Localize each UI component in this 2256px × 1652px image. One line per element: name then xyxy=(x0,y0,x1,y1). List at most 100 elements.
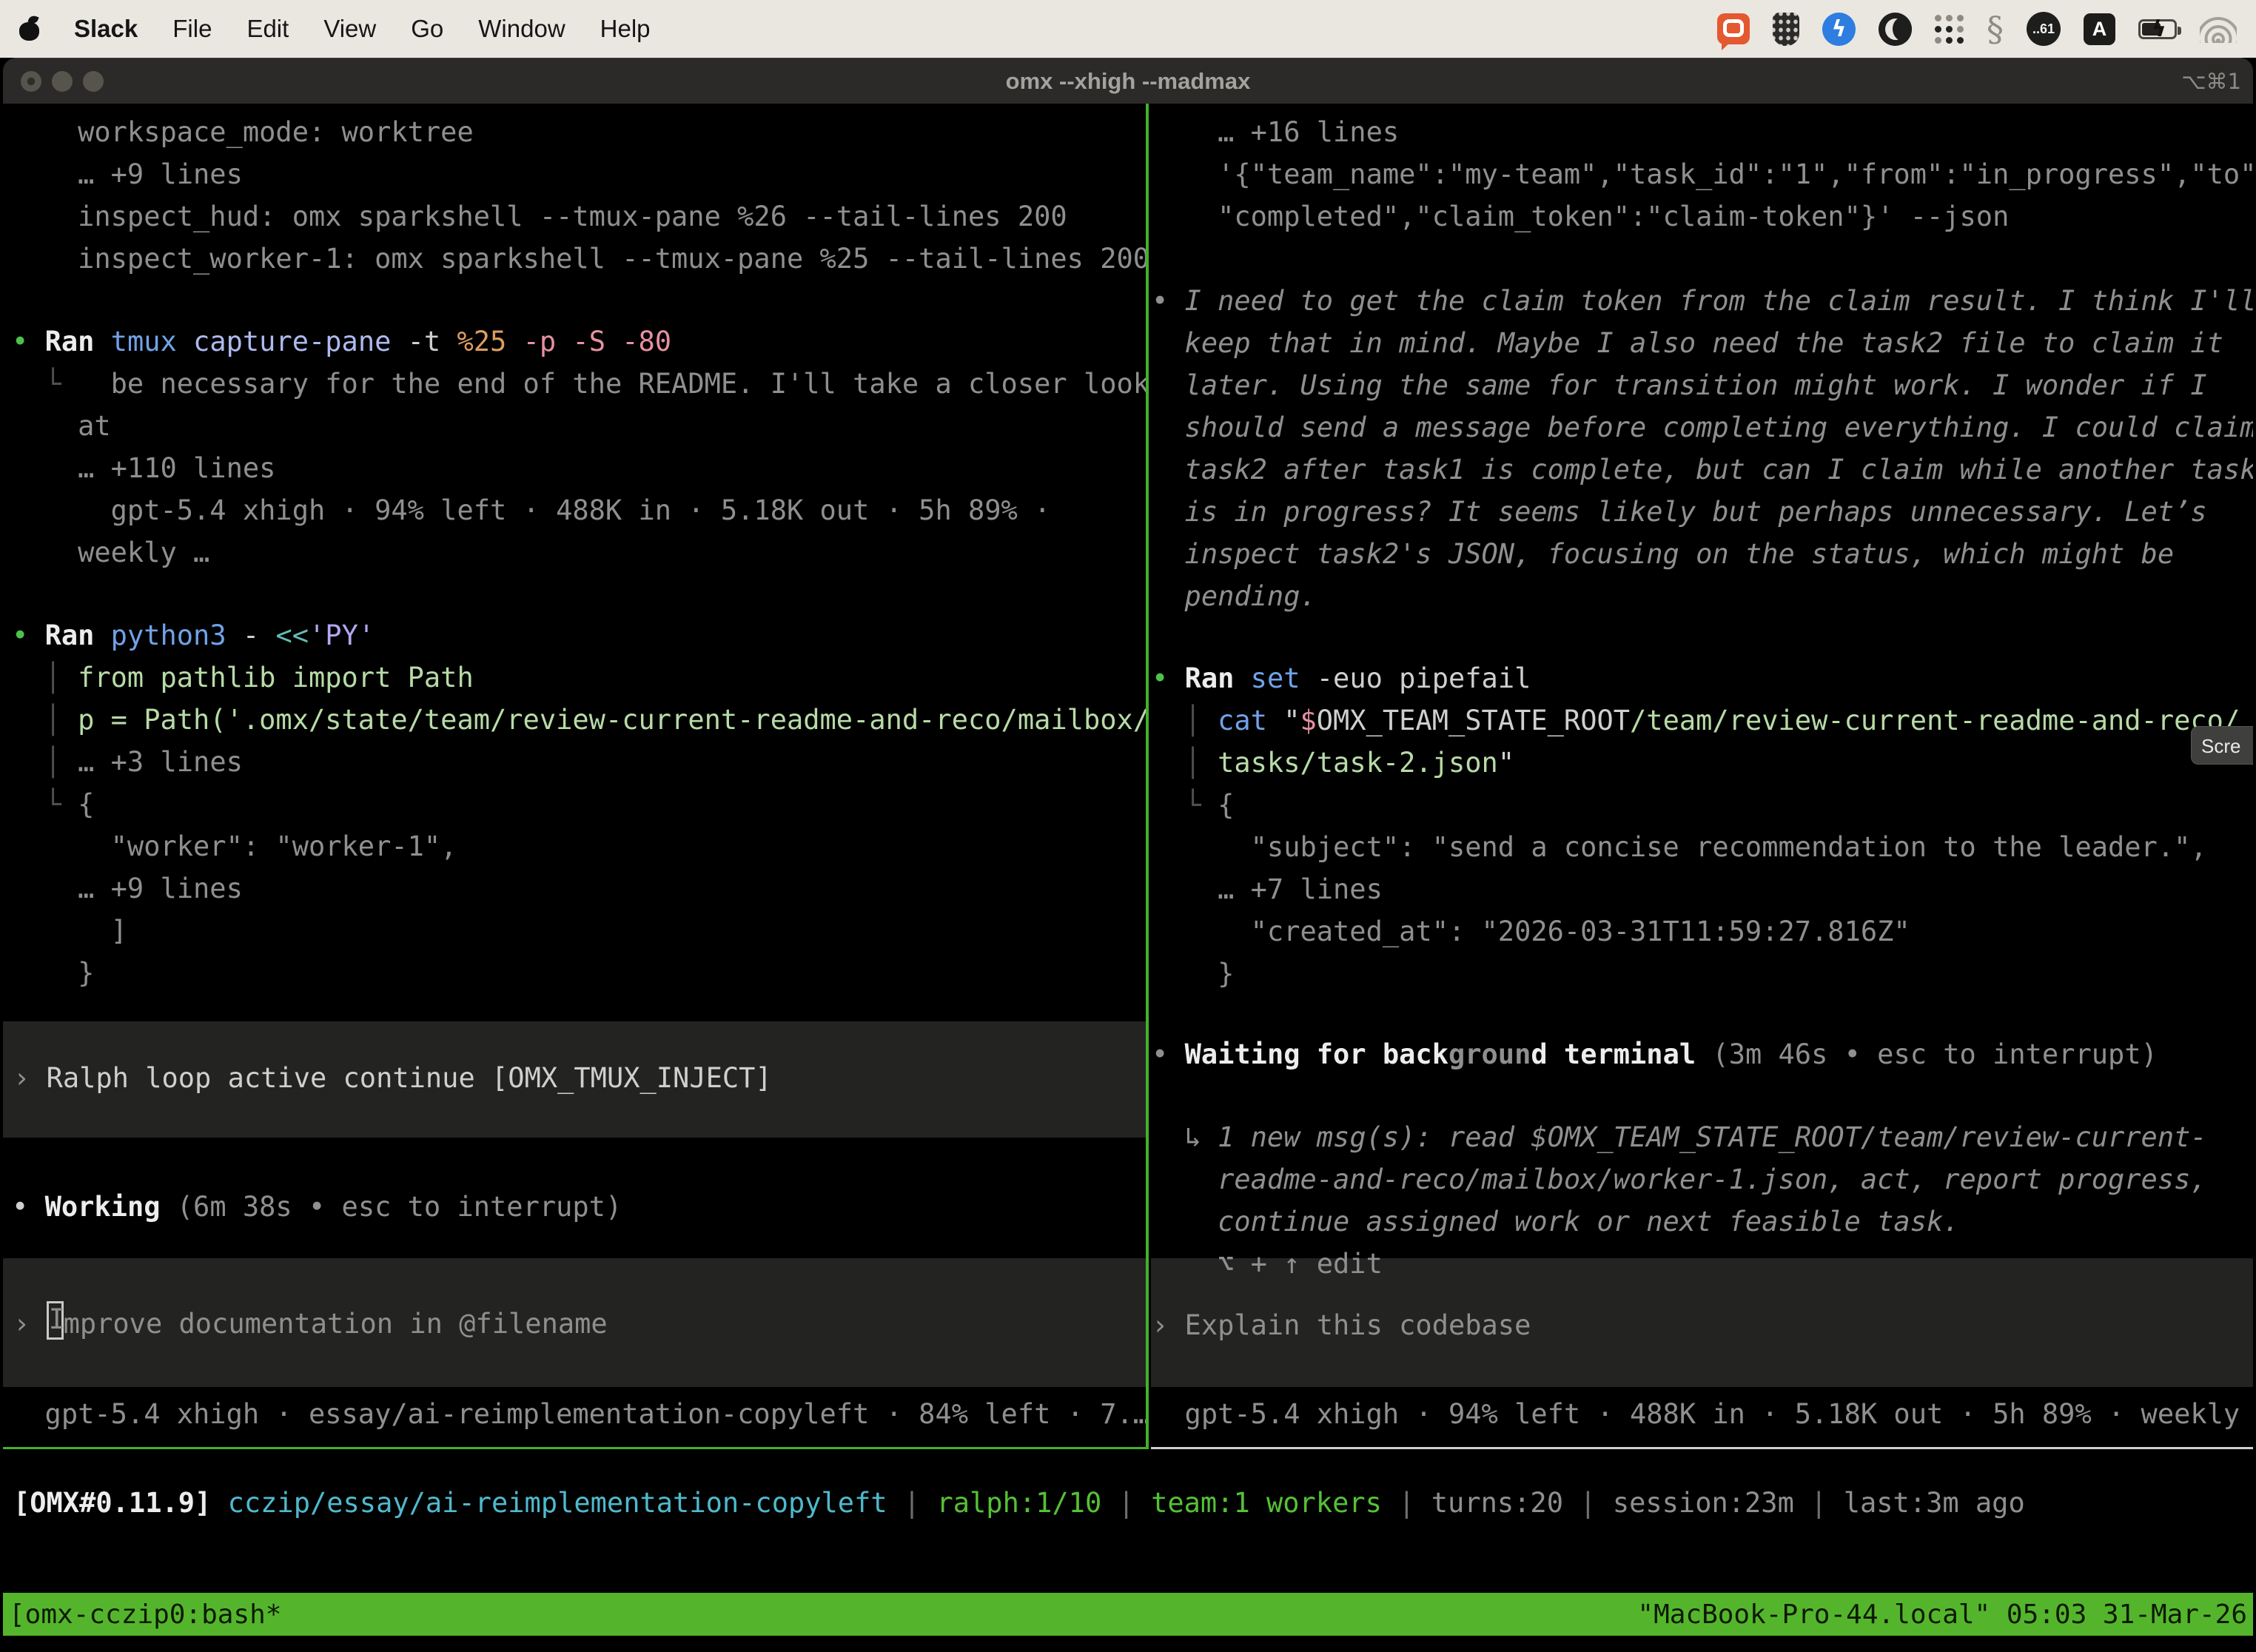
keyboard-input-label: A xyxy=(2092,18,2107,41)
text-segment: $ xyxy=(1300,705,1317,736)
moon-icon[interactable] xyxy=(1879,13,1912,46)
text-segment: " xyxy=(1498,747,1514,779)
keyboard-input-icon[interactable]: A xyxy=(2084,13,2115,45)
terminal-line: • Ran set -euo pipefail xyxy=(1152,657,2240,699)
terminal-line: should send a message before completing … xyxy=(1152,406,2253,449)
terminal-line: is in progress? It seems likely but perh… xyxy=(1152,491,2253,533)
prompt-input-box-left[interactable]: › Improve documentation in @filename xyxy=(3,1258,1146,1387)
text-segment: session:23m xyxy=(1613,1487,1810,1519)
terminal-section-right-ran-set: • Ran set -euo pipefail │ cat "$OMX_TEAM… xyxy=(1152,657,2240,995)
text-segment: { xyxy=(1218,789,1234,821)
pane-divider[interactable] xyxy=(1146,104,1149,1449)
text-segment: cczip/essay/ai-reimplementation-copyleft xyxy=(211,1487,904,1519)
terminal-line: task2 after task1 is complete, but can I… xyxy=(1152,449,2253,491)
terminal-line: readme-and-reco/mailbox/worker-1.json, a… xyxy=(1152,1158,2207,1201)
text-segment: weekly … xyxy=(12,537,209,568)
wifi-icon[interactable] xyxy=(2200,16,2237,43)
text-segment: └ xyxy=(12,788,78,820)
terminal-line: │ p = Path('.omx/state/team/review-curre… xyxy=(12,699,1146,741)
menu-file[interactable]: File xyxy=(172,15,212,43)
text-segment: -euo pipefail xyxy=(1317,662,1531,694)
terminal-line: › Explain this codebase xyxy=(1152,1304,1531,1346)
text-segment: turns:20 xyxy=(1431,1487,1579,1519)
text-segment: be necessary for the end of the README. … xyxy=(78,368,1146,400)
terminal-section-left-ran-python: • Ran python3 - <<'PY' │ from pathlib im… xyxy=(12,614,1146,994)
text-segment: Ralph loop active continue [OMX_TMUX_INJ… xyxy=(47,1062,772,1094)
text-segment: | xyxy=(904,1487,937,1519)
cursor-char: I xyxy=(49,1303,65,1335)
text-segment: 1 new msg(s): read $OMX_TEAM_STATE_ROOT/… xyxy=(1218,1121,2207,1153)
text-segment: /team/review-current-readme-and-reco/ xyxy=(1630,705,2240,736)
text-segment: '{"team_name":"my-team","task_id":"1","f… xyxy=(1152,158,2253,190)
text-cursor: I xyxy=(47,1301,64,1340)
text-segment: should send a message before completing … xyxy=(1152,412,2253,443)
shield-grid-icon[interactable] xyxy=(1773,13,1799,46)
text-segment: gpt-5.4 xhigh · 94% left · 488K in · 5.1… xyxy=(12,494,1050,526)
terminal-section-left-working: • Working (6m 38s • esc to interrupt) xyxy=(12,1186,622,1228)
terminal-section-omx-status: [OMX#0.11.9] cczip/essay/ai-reimplementa… xyxy=(13,1482,2025,1524)
terminal-line: "created_at": "2026-03-31T11:59:27.816Z" xyxy=(1152,910,2240,953)
menu-app-name[interactable]: Slack xyxy=(74,15,138,43)
menu-bar-status-icons: ϟ § ..61 A ϟ xyxy=(1717,12,2237,46)
terminal-line: weekly … xyxy=(12,531,1146,574)
screen: Slack File Edit View Go Window Help ϟ § … xyxy=(0,0,2256,1652)
terminal-line: '{"team_name":"my-team","task_id":"1","f… xyxy=(1152,153,2253,195)
screen-recording-icon[interactable] xyxy=(1717,13,1750,44)
menu-view[interactable]: View xyxy=(323,15,376,43)
text-segment: ] xyxy=(12,915,127,947)
text-segment: %25 xyxy=(457,326,523,357)
tmux-session-label: [omx-cczip0:bash* xyxy=(9,1599,281,1630)
menu-go[interactable]: Go xyxy=(411,15,443,43)
terminal-section-right-input: › Explain this codebase xyxy=(1152,1304,1531,1346)
text-segment: Ran xyxy=(45,326,111,357)
text-segment: Ran xyxy=(1185,662,1251,694)
section-sign-icon[interactable]: § xyxy=(1987,12,2004,46)
text-segment: p = Path('.omx/state/team/review-current… xyxy=(78,704,1146,736)
menu-edit[interactable]: Edit xyxy=(246,15,289,43)
text-segment: set xyxy=(1251,662,1317,694)
text-segment: | xyxy=(1118,1487,1152,1519)
text-segment: | xyxy=(1810,1487,1844,1519)
text-segment: gpt-5.4 xhigh · 94% left · 488K in · 5.1… xyxy=(1152,1398,2253,1430)
terminal-line: └ { xyxy=(12,783,1146,825)
menu-help[interactable]: Help xyxy=(600,15,651,43)
menu-bar-left: Slack File Edit View Go Window Help xyxy=(19,15,651,43)
text-segment: │ xyxy=(12,662,78,694)
terminal-section-left-ran-tmux: • Ran tmux capture-pane -t %25 -p -S -80… xyxy=(12,320,1146,574)
window-title-bar[interactable]: omx --xhigh --madmax ⌥⌘1 xyxy=(3,58,2253,104)
terminal-line: │ cat "$OMX_TEAM_STATE_ROOT/team/review-… xyxy=(1152,699,2240,742)
prompt-input-line: › Improve documentation in @filename xyxy=(13,1301,608,1343)
text-segment: │ xyxy=(1152,705,1218,736)
text-segment: ralph:1/10 xyxy=(936,1487,1118,1519)
text-segment: 'PY' xyxy=(309,620,375,651)
text-segment: "completed","claim_token":"claim-token"}… xyxy=(1152,201,2009,232)
terminal-section-right-top: … +16 lines '{"team_name":"my-team","tas… xyxy=(1152,111,2253,238)
dots-grid-icon[interactable] xyxy=(1935,15,1964,44)
text-segment: inspect task2's JSON, focusing on the st… xyxy=(1152,538,2174,570)
text-segment: gpt-5.4 xhigh · essay/ai-reimplementatio… xyxy=(12,1398,1146,1430)
battery-icon[interactable]: ϟ xyxy=(2138,19,2177,39)
text-segment: │ xyxy=(12,746,78,778)
text-segment: keep that in mind. Maybe I also need the… xyxy=(1152,327,2223,359)
battery-percent-badge[interactable]: ..61 xyxy=(2027,12,2061,46)
text-segment: | xyxy=(1579,1487,1613,1519)
prompt-arrow: › xyxy=(13,1308,47,1340)
terminal-line: … +110 lines xyxy=(12,447,1146,489)
text-segment: … +16 lines xyxy=(1152,116,1399,148)
apple-menu-icon[interactable] xyxy=(19,16,39,41)
text-segment: capture-pane xyxy=(193,326,408,357)
text-segment: • xyxy=(12,326,45,357)
terminal-window: omx --xhigh --madmax ⌥⌘1 › Improve docum… xyxy=(3,58,2253,1652)
terminal-line: pending. xyxy=(1152,575,2253,617)
tmux-pane-right[interactable]: … +16 lines '{"team_name":"my-team","tas… xyxy=(1151,104,2253,1449)
terminal-line: later. Using the same for transition mig… xyxy=(1152,364,2253,406)
text-segment: python3 xyxy=(111,620,243,651)
terminal-line: at xyxy=(12,405,1146,447)
input-placeholder: mprove documentation in @filename xyxy=(64,1308,608,1340)
text-segment: from pathlib import Path xyxy=(78,662,474,694)
text-segment: (6m 38s • esc to interrupt) xyxy=(177,1191,622,1223)
spark-badge-icon[interactable]: ϟ xyxy=(1822,13,1856,46)
tmux-pane-left[interactable]: › Improve documentation in @filename wor… xyxy=(3,104,1146,1449)
menu-window[interactable]: Window xyxy=(478,15,565,43)
terminal-line: continue assigned work or next feasible … xyxy=(1152,1201,2207,1243)
